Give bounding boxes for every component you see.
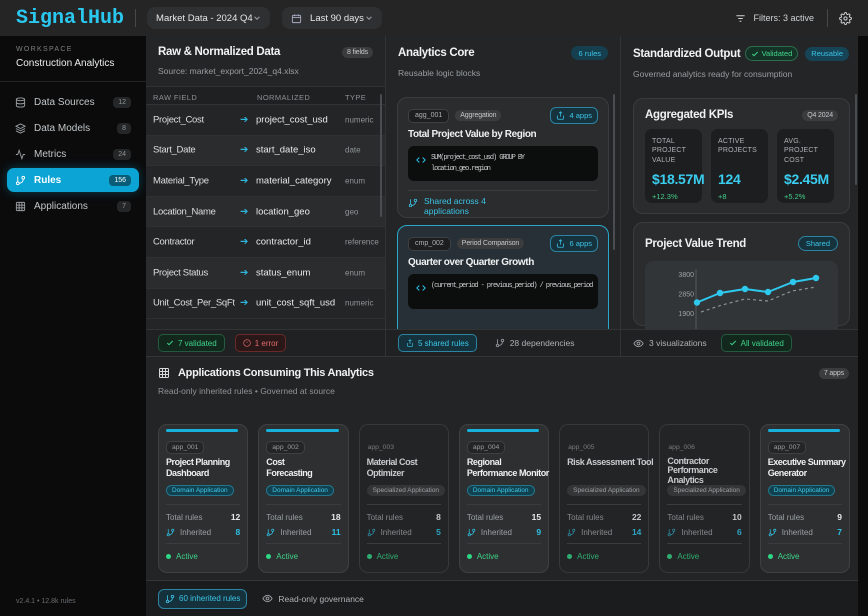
svg-text:1900: 1900	[678, 311, 694, 318]
svg-text:3800: 3800	[678, 272, 694, 279]
svg-text:2850: 2850	[678, 292, 694, 299]
